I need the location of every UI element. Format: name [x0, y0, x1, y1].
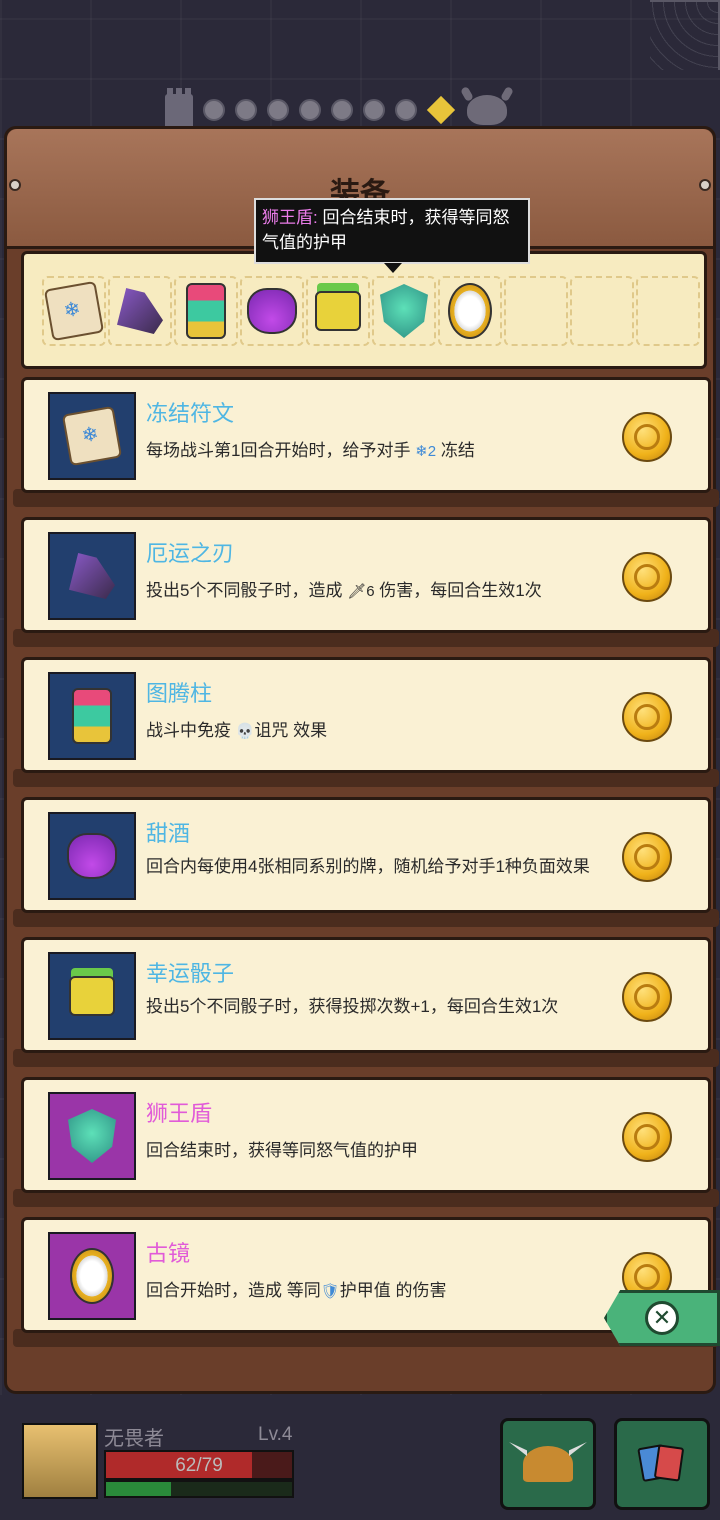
tooltip-arrow — [384, 263, 402, 273]
item-tooltip: 狮王盾: 回合结束时，获得等同怒气值的护甲 — [254, 198, 530, 264]
winged-helmet-icon — [523, 1446, 573, 1482]
doom-blade-icon — [117, 288, 163, 334]
close-icon: ✕ — [645, 1301, 679, 1335]
curse-skull-icon: 💀 — [235, 723, 255, 740]
slot-lucky-dice[interactable] — [306, 276, 370, 346]
lion-shield-icon — [380, 284, 428, 338]
slot-ancient-mirror[interactable] — [438, 276, 502, 346]
totem-icon — [72, 688, 112, 744]
item-icon-frame — [48, 812, 136, 900]
slot-doom-blade[interactable] — [108, 276, 172, 346]
tooltip-item-name: 狮王盾: — [262, 208, 318, 227]
stage-dot — [235, 99, 257, 121]
item-card-lion-shield[interactable]: 狮王盾 回合结束时，获得等同怒气值的护甲 — [21, 1077, 711, 1193]
slot-totem[interactable] — [174, 276, 238, 346]
stage-dot — [267, 99, 289, 121]
item-icon-frame — [48, 392, 136, 480]
item-desc: 投出5个不同骰子时，获得投掷次数+1，每回合生效1次 — [146, 997, 559, 1016]
sweet-wine-icon — [247, 288, 297, 334]
gold-coin-icon[interactable] — [622, 832, 672, 882]
frost-rune-icon — [61, 405, 123, 467]
stage-dot — [363, 99, 385, 121]
hp-text: 62/79 — [175, 1455, 223, 1476]
item-card-totem[interactable]: 图腾柱 战斗中免疫 💀诅咒 效果 — [21, 657, 711, 773]
item-card-frost-rune[interactable]: 冻结符文 每场战斗第1回合开始时，给予对手 ❄2 冻结 — [21, 377, 711, 493]
item-name: 甜酒 — [146, 821, 191, 846]
lucky-dice-icon — [69, 976, 115, 1016]
item-name: 幸运骰子 — [146, 961, 235, 986]
frost-rune-icon — [43, 280, 105, 342]
slot-sweet-wine[interactable] — [240, 276, 304, 346]
item-icon-frame — [48, 672, 136, 760]
item-desc: 回合结束时，获得等同怒气值的护甲 — [146, 1141, 418, 1160]
boss-skull-icon — [467, 95, 507, 125]
stage-dot — [203, 99, 225, 121]
spider-web-icon — [650, 0, 720, 70]
ancient-mirror-icon — [70, 1248, 114, 1304]
gold-coin-icon[interactable] — [622, 692, 672, 742]
item-name: 厄运之刃 — [146, 541, 235, 566]
gold-coin-icon[interactable] — [622, 552, 672, 602]
item-name: 图腾柱 — [146, 681, 213, 706]
gold-coin-icon[interactable] — [622, 412, 672, 462]
item-desc: 回合内每使用4张相同系别的牌，随机给予对手1种负面效果 — [146, 857, 590, 876]
hero-level: Lv.4 — [258, 1424, 293, 1445]
gold-coin-icon[interactable] — [622, 1112, 672, 1162]
item-card-doom-blade[interactable]: 厄运之刃 投出5个不同骰子时，造成 🗡6 伤害，每回合生效1次 — [21, 517, 711, 633]
lion-shield-icon — [68, 1109, 116, 1163]
hero-name: 无畏者 — [104, 1428, 164, 1450]
gold-coin-icon[interactable] — [622, 972, 672, 1022]
armor-shield-icon: 🛡 — [320, 1283, 340, 1300]
current-stage-diamond-icon — [426, 95, 456, 125]
freeze-icon: ❄2 — [415, 443, 437, 460]
item-name: 冻结符文 — [146, 401, 235, 426]
hp-bar: 62/79 — [104, 1450, 294, 1480]
hero-avatar[interactable] — [22, 1423, 98, 1499]
slot-frost-rune[interactable] — [42, 276, 106, 346]
item-desc: 每场战斗第1回合开始时，给予对手 ❄2 冻结 — [146, 440, 606, 463]
totem-icon — [186, 283, 226, 339]
item-icon-frame — [48, 532, 136, 620]
equipped-slots — [21, 251, 707, 369]
close-button[interactable]: ✕ — [604, 1290, 720, 1346]
item-desc: 战斗中免疫 💀诅咒 效果 — [146, 720, 606, 743]
xp-bar-fill — [106, 1482, 172, 1496]
doom-blade-icon — [69, 553, 115, 599]
sword-icon: 🗡6 — [347, 583, 375, 600]
slot-empty[interactable] — [504, 276, 568, 346]
item-icon-frame — [48, 952, 136, 1040]
item-name: 狮王盾 — [146, 1101, 213, 1126]
item-desc: 回合开始时，造成 等同🛡护甲值 的伤害 — [146, 1280, 606, 1303]
cards-icon — [637, 1444, 685, 1482]
slot-lion-shield[interactable] — [372, 276, 436, 346]
stage-dot — [299, 99, 321, 121]
lucky-dice-icon — [315, 291, 361, 331]
item-card-lucky-dice[interactable]: 幸运骰子 投出5个不同骰子时，获得投掷次数+1，每回合生效1次 — [21, 937, 711, 1053]
item-name: 古镜 — [146, 1241, 191, 1266]
tower-icon — [165, 88, 193, 126]
item-desc: 投出5个不同骰子时，造成 🗡6 伤害，每回合生效1次 — [146, 580, 606, 603]
deck-button[interactable] — [614, 1418, 710, 1510]
sweet-wine-icon — [67, 833, 117, 879]
xp-bar — [104, 1480, 294, 1498]
item-icon-frame — [48, 1232, 136, 1320]
item-icon-frame — [48, 1092, 136, 1180]
equipment-panel: 装备 冻结符文 每场战斗第1回合开始时，给予对手 ❄2 冻结 厄运之刃 投出5个… — [4, 126, 719, 1394]
slot-empty[interactable] — [636, 276, 700, 346]
equipment-button[interactable] — [500, 1418, 596, 1510]
stage-dot — [331, 99, 353, 121]
slot-empty[interactable] — [570, 276, 634, 346]
stage-dot — [395, 99, 417, 121]
ancient-mirror-icon — [448, 283, 492, 339]
item-card-sweet-wine[interactable]: 甜酒 回合内每使用4张相同系别的牌，随机给予对手1种负面效果 — [21, 797, 711, 913]
